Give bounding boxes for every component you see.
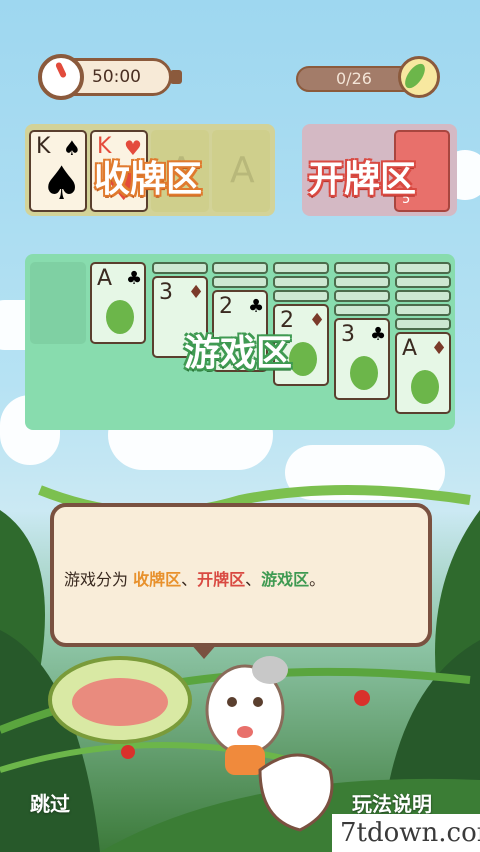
spade-icon: ♠ [41,156,83,210]
hidden-card [334,276,390,288]
leaf-icon [106,300,134,334]
hidden-card [395,276,451,288]
hidden-card [395,262,451,274]
card-rank: 2 [219,294,233,319]
ghost-ace-label: A [230,150,255,191]
card-rank: 3 [341,322,355,347]
timer-text: 50:00 [92,67,141,87]
leaf-icon [411,370,439,404]
hidden-card [334,290,390,302]
hidden-card [273,276,329,288]
tableau-card[interactable]: A ♣ [90,262,146,344]
tableau-card[interactable]: 3 ♣ [334,318,390,400]
dialog-deal: 开牌区 [197,570,246,589]
collect-zone-label: 收牌区 [94,159,203,200]
hidden-card [212,262,268,274]
dialog-prefix: 游戏分为 [64,570,134,589]
play-zone-label: 游戏区 [184,333,293,374]
card-rank: A [97,266,113,291]
rules-button[interactable]: 玩法说明 [352,788,432,817]
card-rank: K [36,134,51,159]
dialog-tail [190,643,218,659]
dialog-text: 游戏分为 收牌区、开牌区、游戏区。 [64,566,325,590]
leaf-icon [350,356,378,390]
timer-knob [170,70,182,84]
foundation-card-king-spade[interactable]: K ♠ ♠ [29,130,87,212]
club-icon: ♣ [248,296,265,317]
dialog-sep: 、 [245,570,262,589]
dialog-play: 游戏区 [261,570,310,589]
diamond-icon: ♦ [431,338,448,359]
hidden-card [395,304,451,316]
diamond-icon: ♦ [309,310,326,331]
tableau-card[interactable]: A ♦ [395,332,451,414]
hidden-card [273,262,329,274]
hidden-card [395,290,451,302]
card-rank: 3 [159,280,173,305]
watermark-text: 7tdown.com [340,818,480,848]
dialog-collect: 收牌区 [133,570,182,589]
card-rank: A [402,336,418,361]
diamond-icon: ♦ [188,282,205,303]
skip-button[interactable]: 跳过 [30,788,70,817]
hidden-card [273,290,329,302]
club-icon: ♣ [370,324,387,345]
dialog-sep: 、 [181,570,198,589]
hidden-card [334,304,390,316]
empty-tableau-slot[interactable] [30,262,86,344]
hidden-card [212,276,268,288]
hidden-card [395,318,451,330]
club-icon: ♣ [126,268,143,289]
hidden-card [152,262,208,274]
dialog-suffix: 。 [309,570,326,589]
deal-zone-label: 开牌区 [308,159,417,200]
hidden-card [334,262,390,274]
progress-text: 0/26 [336,69,372,88]
empty-foundation-slot[interactable]: A [212,130,270,212]
leaf-icon [289,342,317,376]
